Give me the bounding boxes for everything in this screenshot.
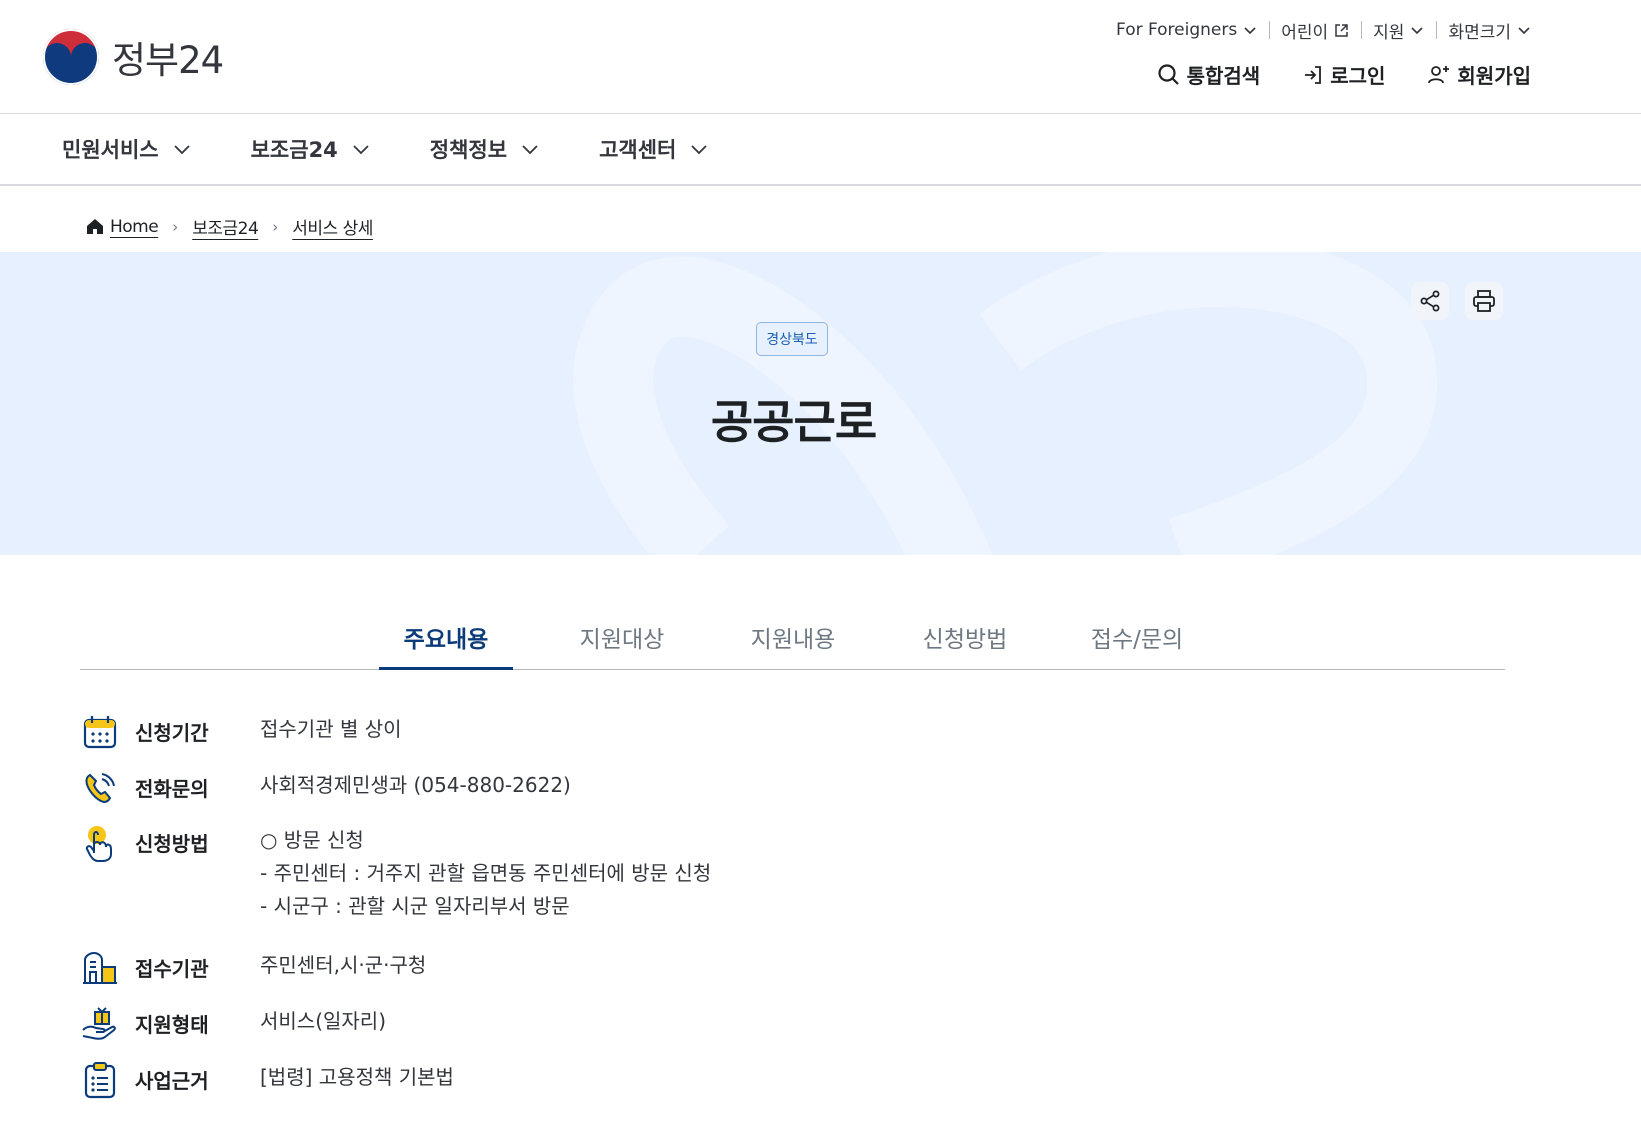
tab-benefits[interactable]: 지원내용 <box>726 606 860 670</box>
info-row-legal-basis: 사업근거 [법령] 고용정책 기본법 <box>80 1060 454 1100</box>
utility-nav: For Foreigners 어린이 지원 화면크기 <box>1104 18 1531 43</box>
info-row-support-type: 지원형태 서비스(일자리) <box>80 1004 386 1044</box>
chevron-down-icon <box>1244 27 1256 35</box>
tab-eligibility[interactable]: 지원대상 <box>555 606 689 670</box>
login-label: 로그인 <box>1330 64 1386 88</box>
tab-main-content[interactable]: 주요내용 <box>379 606 513 670</box>
gnb-item-customer-center[interactable]: 고객센터 <box>599 134 708 164</box>
chevron-down-icon <box>522 145 538 155</box>
search-button[interactable]: 통합검색 <box>1157 60 1261 89</box>
gnb-label: 고객센터 <box>599 138 677 162</box>
region-badge: 경상북도 <box>756 322 828 356</box>
info-row-phone-inquiry: 전화문의 사회적경제민생과 (054-880-2622) <box>80 768 571 808</box>
info-value: 주민센터,시·군·구청 <box>260 953 427 977</box>
site-logo[interactable]: 정부24 <box>42 28 224 86</box>
chevron-down-icon <box>1411 27 1424 35</box>
global-nav: 민원서비스 보조금24 정책정보 고객센터 <box>0 114 1641 186</box>
gnb-label: 민원서비스 <box>62 138 159 162</box>
chevron-right-icon: › <box>172 217 179 236</box>
util-label: 지원 <box>1373 22 1405 43</box>
phone-icon <box>80 768 120 808</box>
gnb-item-civil-service[interactable]: 민원서비스 <box>62 134 191 164</box>
tab-label: 신청방법 <box>922 627 1008 653</box>
info-label: 지원형태 <box>135 1013 209 1037</box>
building-icon <box>80 948 120 988</box>
info-value: [법령] 고용정책 기본법 <box>260 1065 454 1089</box>
info-row-receiving-agency: 접수기관 주민센터,시·군·구청 <box>80 948 426 988</box>
breadcrumb-link: Home <box>110 216 159 237</box>
taegeuk-logo-icon <box>43 29 99 85</box>
search-icon <box>1157 63 1179 85</box>
print-button[interactable] <box>1465 282 1503 320</box>
gnb-label: 정책정보 <box>429 138 508 162</box>
content-tabs: 주요내용 지원대상 지원내용 신청방법 접수/문의 <box>80 592 1505 670</box>
tab-label: 지원대상 <box>579 627 665 653</box>
util-label: For Foreigners <box>1116 20 1238 40</box>
signup-button[interactable]: 회원가입 <box>1427 60 1531 89</box>
info-row-application-method: 신청방법 ○ 방문 신청 - 주민센터 : 거주지 관할 읍면동 주민센터에 방… <box>80 823 711 923</box>
clipboard-list-icon <box>80 1060 120 1100</box>
breadcrumb-current[interactable]: 서비스 상세 <box>292 214 373 239</box>
info-label: 신청방법 <box>135 832 209 856</box>
gnb-label: 보조금24 <box>250 138 338 162</box>
info-value: ○ 방문 신청 - 주민센터 : 거주지 관할 읍면동 주민센터에 방문 신청 … <box>260 828 712 918</box>
info-label: 접수기관 <box>135 957 209 981</box>
search-label: 통합검색 <box>1186 64 1261 88</box>
info-value: 접수기관 별 상이 <box>260 717 402 741</box>
tab-how-to-apply[interactable]: 신청방법 <box>898 606 1032 670</box>
info-label: 전화문의 <box>135 777 209 801</box>
chevron-down-icon <box>1518 27 1530 35</box>
breadcrumb-home[interactable]: Home <box>86 216 159 237</box>
util-kids[interactable]: 어린이 <box>1269 18 1361 43</box>
hand-pointer-icon <box>80 823 120 863</box>
tab-label: 접수/문의 <box>1090 627 1184 653</box>
home-icon <box>87 219 103 234</box>
logo-text: 정부24 <box>112 39 224 82</box>
login-icon <box>1305 65 1322 84</box>
tab-label: 지원내용 <box>750 627 836 653</box>
chevron-down-icon <box>691 145 707 155</box>
external-link-icon <box>1335 23 1348 37</box>
info-value: 사회적경제민생과 (054-880-2622) <box>260 773 571 797</box>
chevron-down-icon <box>173 145 190 155</box>
header-actions: 통합검색 로그인 회원가입 <box>1157 60 1531 89</box>
login-button[interactable]: 로그인 <box>1302 60 1385 89</box>
gnb-item-subsidy24[interactable]: 보조금24 <box>251 134 370 164</box>
print-icon <box>1473 290 1495 312</box>
chevron-down-icon <box>353 145 369 155</box>
info-value: 서비스(일자리) <box>260 1009 387 1033</box>
info-label: 신청기간 <box>135 721 209 745</box>
util-label: 화면크기 <box>1448 22 1511 43</box>
gift-hand-icon <box>80 1004 120 1044</box>
util-label: 어린이 <box>1281 22 1329 43</box>
chevron-right-icon: › <box>272 217 279 236</box>
gnb-item-policy-info[interactable]: 정책정보 <box>430 134 539 164</box>
signup-label: 회원가입 <box>1457 64 1531 88</box>
tab-contact[interactable]: 접수/문의 <box>1070 606 1204 670</box>
calendar-icon <box>80 712 120 752</box>
share-icon <box>1420 290 1440 312</box>
util-support[interactable]: 지원 <box>1361 18 1436 43</box>
info-label: 사업근거 <box>135 1069 209 1093</box>
util-screen-size[interactable]: 화면크기 <box>1436 18 1531 43</box>
util-for-foreigners[interactable]: For Foreigners <box>1104 18 1269 42</box>
share-button[interactable] <box>1411 282 1449 320</box>
breadcrumb-link[interactable]: 보조금24 <box>192 214 259 239</box>
site-header: 정부24 For Foreigners 어린이 지원 화면크기 통합검색 로그인 <box>0 0 1641 114</box>
add-user-icon <box>1428 65 1450 83</box>
breadcrumb: Home › 보조금24 › 서비스 상세 <box>86 214 373 239</box>
tab-label: 주요내용 <box>403 627 489 653</box>
service-title: 공공근로 <box>710 395 877 449</box>
info-row-application-period: 신청기간 접수기관 별 상이 <box>80 712 402 752</box>
service-hero: 경상북도 공공근로 <box>0 252 1641 555</box>
